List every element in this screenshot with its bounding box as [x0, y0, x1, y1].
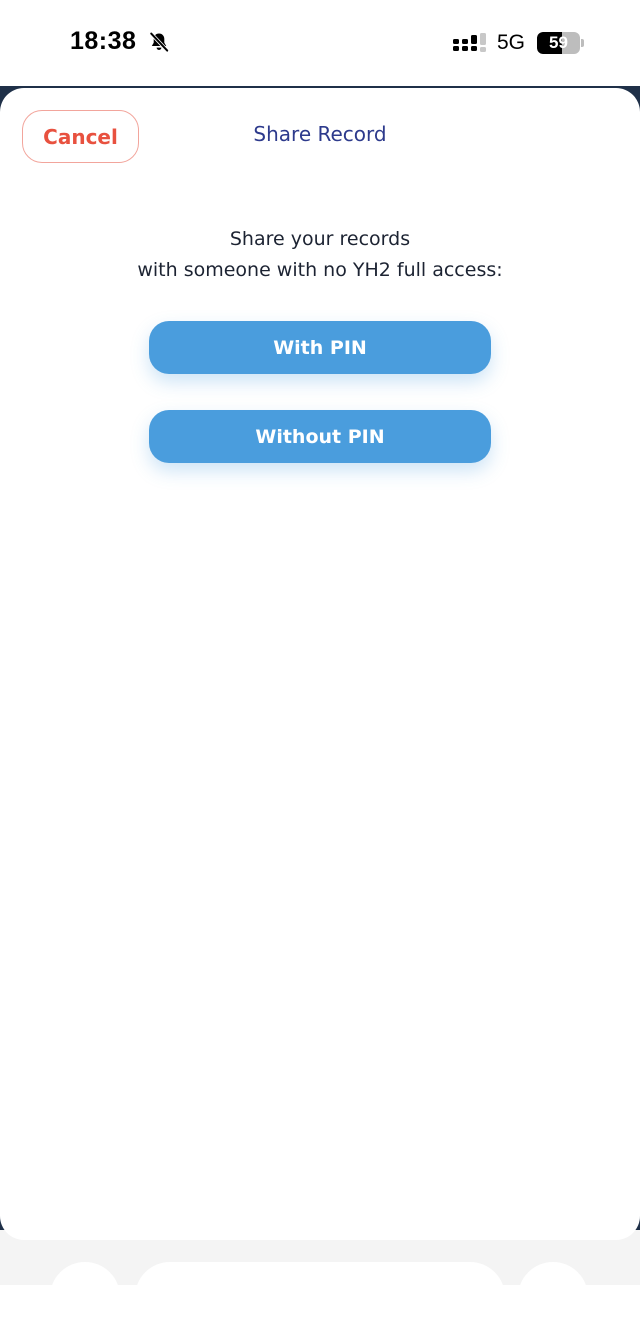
- status-time: 18:38: [70, 27, 137, 55]
- background-tab-button-right: [518, 1262, 588, 1332]
- without-pin-button[interactable]: Without PIN: [149, 410, 491, 463]
- battery-tip: [581, 39, 584, 47]
- cancel-button[interactable]: Cancel: [22, 110, 139, 163]
- background-tab-button-left: [50, 1262, 120, 1332]
- battery-icon: 59: [537, 32, 585, 54]
- with-pin-button[interactable]: With PIN: [149, 321, 491, 374]
- share-prompt: Share your records with someone with no …: [60, 224, 580, 286]
- share-prompt-line-1: Share your records: [229, 228, 411, 250]
- share-prompt-line-2: with someone with no YH2 full access:: [137, 259, 503, 281]
- background-tab-pill: [135, 1262, 505, 1332]
- network-type: 5G: [497, 31, 526, 54]
- share-record-sheet: Cancel Share Record Share your records w…: [0, 88, 640, 1240]
- battery-body: 59: [537, 32, 580, 54]
- battery-level: 59: [549, 33, 568, 52]
- signal-icon: [453, 33, 489, 55]
- status-bar: 18:38 5G 59: [0, 0, 640, 88]
- sheet-title: Share Record: [253, 122, 387, 146]
- bell-slash-icon: [148, 31, 170, 53]
